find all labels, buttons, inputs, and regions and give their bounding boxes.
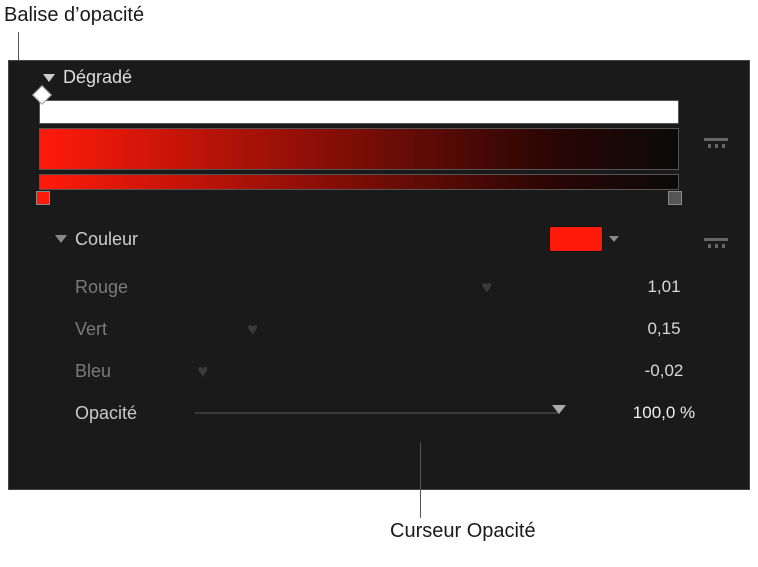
blue-label: Bleu (55, 361, 195, 382)
chevron-down-icon (55, 235, 67, 243)
red-slider[interactable]: ♥ (195, 277, 579, 297)
red-value[interactable]: 1,01 (589, 277, 739, 297)
color-bar[interactable] (39, 174, 679, 190)
gradient-panel: Dégradé Couleur Rouge ♥ 1,01 (8, 60, 750, 490)
color-params: Couleur Rouge ♥ 1,01 Vert ♥ 0,15 Bleu ♥ … (55, 226, 739, 434)
green-label: Vert (55, 319, 195, 340)
chevron-down-icon[interactable] (609, 236, 619, 242)
opacity-fill (40, 101, 678, 123)
blue-slider[interactable]: ♥ (195, 361, 579, 381)
blue-row: Bleu ♥ -0,02 (55, 350, 739, 392)
section-header[interactable]: Dégradé (43, 67, 739, 88)
green-slider[interactable]: ♥ (195, 319, 579, 339)
color-header[interactable]: Couleur (55, 226, 739, 252)
red-label: Rouge (55, 277, 195, 298)
section-title: Dégradé (63, 67, 132, 88)
distribute-tags-icon[interactable] (701, 131, 731, 155)
chevron-down-icon (43, 74, 55, 82)
opacity-row: Opacité 100,0 % (55, 392, 739, 434)
opacity-value[interactable]: 100,0 % (589, 403, 739, 423)
red-row: Rouge ♥ 1,01 (55, 266, 739, 308)
green-value[interactable]: 0,15 (589, 319, 739, 339)
callout-opacity-slider: Curseur Opacité (390, 520, 536, 543)
keyframe-icon[interactable]: ♥ (247, 319, 258, 340)
opacity-bar[interactable] (39, 100, 679, 124)
slider-thumb[interactable] (552, 405, 566, 414)
slider-track (195, 412, 559, 414)
green-row: Vert ♥ 0,15 (55, 308, 739, 350)
color-tag-start[interactable] (36, 191, 50, 205)
gradient-editor (39, 100, 679, 190)
opacity-slider[interactable] (195, 403, 579, 423)
keyframe-icon[interactable]: ♥ (197, 361, 208, 382)
color-label: Couleur (75, 229, 138, 250)
gradient-preview (39, 128, 679, 170)
keyframe-icon[interactable]: ♥ (481, 277, 492, 298)
blue-value[interactable]: -0,02 (589, 361, 739, 381)
opacity-label: Opacité (55, 403, 195, 424)
callout-opacity-tag: Balise d’opacité (4, 4, 144, 27)
color-tag-end[interactable] (668, 191, 682, 205)
distribute-color-tags-icon[interactable] (701, 231, 731, 255)
callout-line (420, 442, 421, 518)
color-swatch[interactable] (549, 226, 603, 252)
